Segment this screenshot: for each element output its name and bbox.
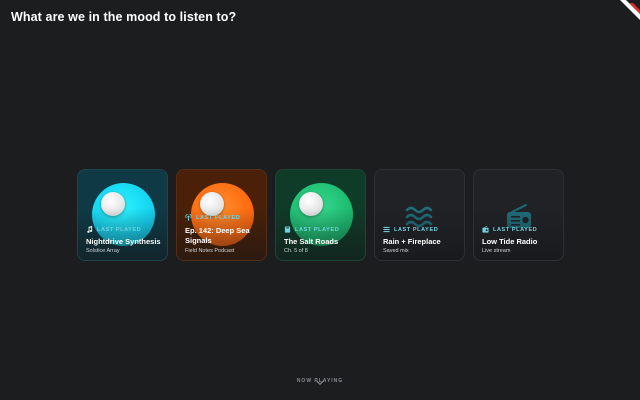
last-played-badge: LAST PLAYED [185, 214, 240, 221]
card-subtitle: Ch. 5 of 8 [284, 248, 308, 254]
card-title: Low Tide Radio [482, 237, 538, 246]
last-played-badge: LAST PLAYED [284, 226, 339, 233]
media-card-low-tide-radio[interactable]: LAST PLAYED Low Tide Radio Live stream [473, 169, 564, 261]
media-card-rain-fireplace[interactable]: LAST PLAYED Rain + Fireplace Saved mix [374, 169, 465, 261]
media-card-list: LAST PLAYED Nightdrive Synthesis Solstic… [77, 169, 564, 261]
book-icon [284, 226, 291, 233]
media-card-deep-sea-signals[interactable]: LAST PLAYED Ep. 142: Deep Sea Signals Fi… [176, 169, 267, 261]
media-card-the-salt-roads[interactable]: LAST PLAYED The Salt Roads Ch. 5 of 8 [275, 169, 366, 261]
playlist-icon [383, 226, 390, 233]
media-card-nightdrive-synthesis[interactable]: LAST PLAYED Nightdrive Synthesis Solstic… [77, 169, 168, 261]
music-note-icon [87, 226, 93, 233]
chevron-down-icon[interactable] [316, 380, 324, 386]
corner-ribbon-icon [616, 0, 640, 24]
podcast-icon [185, 214, 192, 221]
card-title: Rain + Fireplace [383, 237, 441, 246]
card-subtitle: Field Notes Podcast [185, 248, 235, 254]
card-subtitle: Live stream [482, 248, 511, 254]
card-title: Ep. 142: Deep Sea Signals [185, 226, 250, 245]
card-title: Nightdrive Synthesis [86, 237, 161, 246]
card-subtitle: Saved mix [383, 248, 409, 254]
page-title: What are we in the mood to listen to? [11, 10, 237, 24]
last-played-badge: LAST PLAYED [482, 226, 537, 233]
radio-icon [482, 226, 489, 233]
card-subtitle: Solstice Array [86, 248, 120, 254]
card-title: The Salt Roads [284, 237, 339, 246]
last-played-badge: LAST PLAYED [383, 226, 438, 233]
last-played-badge: LAST PLAYED [86, 226, 141, 233]
